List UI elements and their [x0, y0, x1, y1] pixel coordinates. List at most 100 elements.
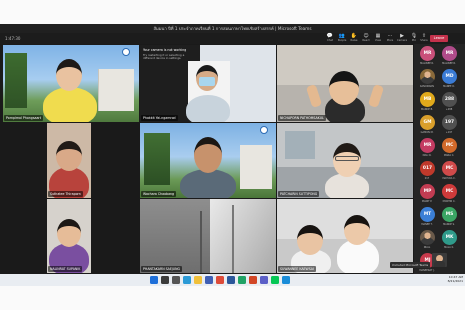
line-icon[interactable]: [271, 276, 279, 284]
participant-avatar[interactable]: 197: [442, 115, 457, 130]
excel-icon[interactable]: [238, 276, 246, 284]
meeting-toolbar: 1:47:30 💬 Chat 👥 People ✋ Raise ☺ React ▦ Vie…: [0, 33, 465, 44]
participant-avatar[interactable]: MB: [420, 92, 435, 107]
window-title: สัมมนา ปีที่ 1 ประจำภาคเรียนที่ 1 การสอน…: [153, 26, 312, 31]
store-icon[interactable]: [205, 276, 213, 284]
participant-avatar-name: +197: [445, 131, 453, 134]
building-shape: [98, 69, 134, 111]
outer-frame-bottom: [0, 286, 465, 310]
person-head: [329, 71, 359, 105]
participant-avatar-name: MANEERAT J.: [419, 269, 435, 272]
participant-avatar-name: KANOKWAN: [420, 85, 434, 88]
people-button[interactable]: 👥 People: [336, 34, 348, 43]
notice-body: Try restarting it or selecting a differe…: [143, 53, 185, 61]
video-tile-3[interactable]: NICHAPORN PATHOMSAKUL: [277, 45, 413, 122]
outer-frame-top: [0, 0, 465, 24]
participant-avatar[interactable]: [420, 230, 435, 245]
participant-avatar[interactable]: MR: [442, 46, 457, 61]
more-button[interactable]: ⋯ More: [384, 34, 396, 43]
participant-avatar-name: +288: [445, 108, 453, 111]
tray-clock[interactable]: 10:47 AM 8/21/2021: [446, 275, 463, 283]
explorer-icon[interactable]: [194, 276, 202, 284]
participant-avatar[interactable]: MC: [442, 138, 457, 153]
participant-name: Suthatee Thiraporn: [48, 191, 83, 197]
tree-shape: [144, 133, 170, 185]
logo-icon: [260, 126, 268, 134]
react-button[interactable]: ☺ React: [360, 34, 372, 43]
video-tile-6[interactable]: PATCHARIN SUTTIPONG: [277, 123, 413, 198]
participant-name: Phakkit Yai-ngamrod: [141, 115, 178, 121]
person-body: [43, 87, 97, 122]
edge-icon[interactable]: [183, 276, 191, 284]
photos-icon[interactable]: [282, 276, 290, 284]
participant-avatar-name: MANEE T.: [421, 223, 433, 226]
participant-avatar[interactable]: 017: [420, 161, 435, 176]
participant-name: PHANTAKARN SAEJUNG: [141, 266, 182, 272]
participant-avatar-name: MALA K.: [444, 246, 454, 249]
video-stage: Pornpimol Phongsaart Your camera is not …: [0, 44, 414, 274]
participant-avatar-name: MAYURA C.: [442, 177, 456, 180]
raise-hand-button[interactable]: ✋ Raise: [348, 34, 360, 43]
windows-taskbar: 10:47 AM 8/21/2021: [0, 274, 465, 286]
participant-avatar[interactable]: MC: [442, 161, 457, 176]
start-icon[interactable]: [150, 276, 158, 284]
window-light: [210, 199, 276, 273]
participant-avatar[interactable]: MC: [442, 184, 457, 199]
participant-avatar-name: MANIT P.: [421, 200, 433, 203]
participant-name: Wachara Chaobang: [141, 191, 177, 197]
logo-icon: [122, 48, 130, 56]
participant-name: SUWANNEE KAEWSAI: [278, 266, 316, 272]
person-head: [56, 141, 82, 171]
participant-avatar[interactable]: MK: [442, 230, 457, 245]
participant-avatar[interactable]: MS: [442, 207, 457, 222]
share-button[interactable]: ⇪ Share: [418, 34, 430, 43]
search-icon[interactable]: [161, 276, 169, 284]
chrome-icon[interactable]: [216, 276, 224, 284]
camera-button[interactable]: ▶ Camera: [396, 34, 408, 43]
person-head: [344, 215, 370, 245]
video-tile-2[interactable]: Your camera is not working Try restartin…: [140, 45, 276, 122]
participant-name: NALINRAT SUPANIK: [48, 266, 83, 272]
video-tile-1[interactable]: Pornpimol Phongsaart: [3, 45, 139, 122]
participant-avatar[interactable]: GM: [420, 115, 435, 130]
taskview-icon[interactable]: [172, 276, 180, 284]
participant-avatar[interactable]: MT: [420, 207, 435, 222]
participant-avatar-name: GAMON M.: [420, 131, 434, 134]
video-tile-5[interactable]: Wachara Chaobang: [140, 123, 276, 198]
powerpoint-icon[interactable]: [249, 276, 257, 284]
window-titlebar: สัมมนา ปีที่ 1 ประจำภาคเรียนที่ 1 การสอน…: [0, 24, 465, 33]
hand-right: [367, 83, 385, 109]
person-head: [297, 225, 323, 255]
participant-avatar[interactable]: MR: [420, 46, 435, 61]
participants-panel: MR MALINEE R. MR MALINEE R. KANOKWAN MD MANEE …: [414, 44, 465, 274]
participant-name: Pornpimol Phongsaart: [4, 115, 43, 121]
view-button[interactable]: ▦ View: [372, 34, 384, 43]
face-mask: [199, 77, 215, 86]
participant-avatar[interactable]: MR: [420, 138, 435, 153]
participant-avatar[interactable]: MD: [442, 69, 457, 84]
meeting-timer: 1:47:30: [5, 36, 21, 41]
person-head: [57, 219, 81, 247]
participant-avatar-name: MALINEE R.: [420, 62, 434, 65]
participant-name: NICHAPORN PATHOMSAKUL: [278, 115, 326, 121]
notice-title: Your camera is not working: [143, 48, 187, 52]
video-tile-8[interactable]: PHANTAKARN SAEJUNG: [140, 199, 276, 273]
participant-avatar-name: MANOP B.: [421, 108, 433, 111]
participant-avatar[interactable]: 288: [442, 92, 457, 107]
video-tile-4[interactable]: Suthatee Thiraporn: [47, 123, 91, 198]
chat-button[interactable]: 💬 Chat: [324, 34, 336, 43]
self-body: [434, 261, 445, 267]
participant-avatar[interactable]: [420, 69, 435, 84]
leave-button[interactable]: Leave: [430, 35, 448, 42]
self-view-video[interactable]: [432, 253, 447, 267]
frame-line: [232, 205, 234, 273]
participant-name: PATCHARIN SUTTIPONG: [278, 191, 320, 197]
participant-avatar[interactable]: MP: [420, 184, 435, 199]
participant-avatar-name: MANOP S.: [443, 223, 455, 226]
glasses-shape: [335, 156, 359, 161]
participant-avatar-name: MANA C.: [443, 154, 455, 157]
teams-icon[interactable]: [260, 276, 268, 284]
video-tile-7[interactable]: NALINRAT SUPANIK: [47, 199, 91, 273]
word-icon[interactable]: [227, 276, 235, 284]
participant-avatar-name: MALI R.: [422, 154, 432, 157]
